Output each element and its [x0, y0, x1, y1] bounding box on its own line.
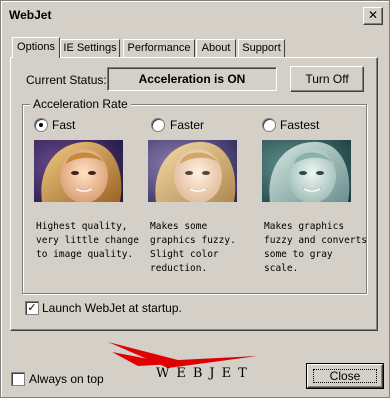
fast-description-line: to image quality.: [36, 249, 134, 260]
radio-selected-dot: [39, 123, 43, 127]
acceleration-rate-legend: Acceleration Rate: [30, 97, 131, 111]
tab-options-label: Options: [17, 41, 55, 53]
faster-description-line: Slight color: [150, 249, 219, 260]
window-close-button[interactable]: ✕: [363, 7, 383, 25]
fastest-description-line: some to gray: [264, 249, 333, 260]
tab-support-label: Support: [242, 42, 281, 54]
tab-ie-settings[interactable]: IE Settings: [60, 39, 120, 58]
close-icon: ✕: [367, 8, 379, 22]
tab-options[interactable]: Options: [12, 37, 60, 58]
title-bar: WebJet ✕: [5, 5, 385, 25]
sample-image-faster: [148, 140, 237, 202]
radio-fast[interactable]: [34, 118, 48, 132]
window-title: WebJet: [9, 8, 52, 22]
fast-description: Highest quality, very little change to i…: [36, 220, 146, 262]
fast-description-line: very little change: [36, 235, 139, 246]
logo-wordmark: WEBJET: [156, 366, 254, 381]
tab-performance[interactable]: Performance: [123, 39, 195, 58]
fastest-description-line: scale.: [264, 263, 299, 274]
turn-off-button[interactable]: Turn Off: [290, 66, 364, 92]
faster-description: Makes some graphics fuzzy. Slight color …: [150, 220, 260, 276]
launch-at-startup-label: Launch WebJet at startup.: [42, 301, 182, 315]
launch-at-startup-checkbox[interactable]: ✓: [25, 301, 39, 315]
fastest-description: Makes graphics fuzzy and converts some t…: [264, 220, 374, 276]
radio-fastest-label: Fastest: [280, 118, 320, 132]
always-on-top-label: Always on top: [29, 372, 104, 386]
radio-fast-label: Fast: [52, 118, 76, 132]
radio-faster[interactable]: [151, 118, 165, 132]
faster-description-line: graphics fuzzy.: [150, 235, 236, 246]
radio-faster-label: Faster: [170, 118, 205, 132]
tab-performance-label: Performance: [127, 42, 191, 54]
status-value: Acceleration is ON: [107, 67, 277, 91]
radio-fastest[interactable]: [262, 118, 276, 132]
sample-image-fast: [34, 140, 123, 202]
current-status-label: Current Status:: [26, 73, 107, 87]
faster-description-line: reduction.: [150, 263, 208, 274]
faster-description-line: Makes some: [150, 221, 208, 232]
always-on-top-checkbox[interactable]: [11, 372, 25, 386]
tab-about-label: About: [201, 42, 231, 54]
close-button[interactable]: Close: [306, 363, 384, 389]
tab-about[interactable]: About: [196, 39, 236, 58]
tab-ie-settings-label: IE Settings: [63, 42, 117, 54]
fastest-description-line: Makes graphics: [264, 221, 345, 232]
fast-description-line: Highest quality,: [36, 221, 128, 232]
checkmark-icon: ✓: [27, 301, 37, 314]
webjet-logo: WEBJET: [108, 342, 280, 386]
tab-support[interactable]: Support: [238, 39, 285, 58]
fastest-description-line: fuzzy and converts: [264, 235, 367, 246]
focus-ring: [313, 369, 377, 383]
sample-image-fastest: [262, 140, 351, 202]
